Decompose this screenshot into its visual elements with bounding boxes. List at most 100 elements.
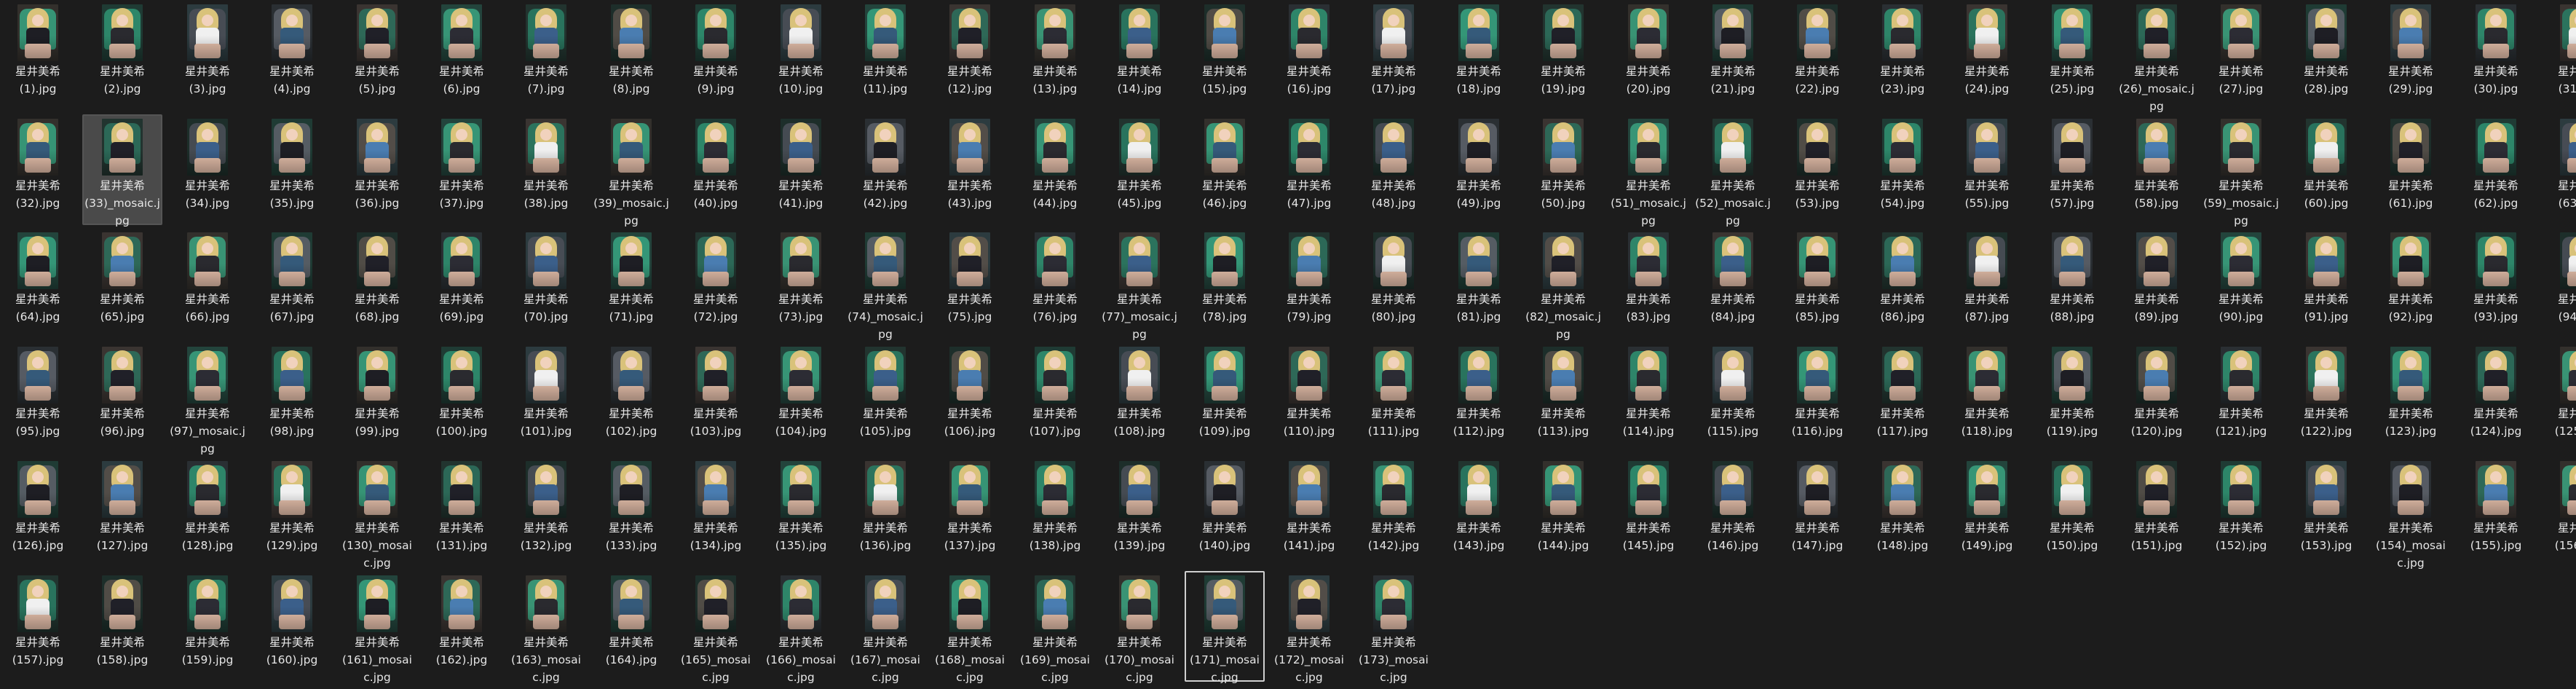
file-item[interactable]: 星井美希 (73).jpg [761, 228, 841, 339]
file-item[interactable]: 星井美希 (12).jpg [930, 0, 1010, 111]
file-item[interactable]: 星井美希 (126).jpg [0, 457, 78, 567]
file-item[interactable]: 星井美希 (72).jpg [676, 228, 756, 339]
file-item[interactable]: 星井美希 (59)_mosaic.jpg [2201, 114, 2281, 227]
file-item[interactable]: 星井美希 (157).jpg [0, 571, 78, 682]
file-item[interactable]: 星井美希 (173)_mosaic.jpg [1354, 571, 1434, 684]
file-item[interactable]: 星井美希 (120).jpg [2117, 342, 2197, 453]
file-item[interactable]: 星井美希 (139).jpg [1099, 457, 1180, 567]
file-item[interactable]: 星井美希 (100).jpg [422, 342, 502, 453]
file-item[interactable]: 星井美希 (117).jpg [1862, 342, 1943, 453]
file-item[interactable]: 星井美希 (138).jpg [1015, 457, 1095, 567]
file-item[interactable]: 星井美希 (5).jpg [337, 0, 417, 111]
file-item[interactable]: 星井美希 (53).jpg [1777, 114, 1857, 225]
file-item[interactable]: 星井美希 (86).jpg [1862, 228, 1943, 339]
file-item[interactable]: 星井美希 (135).jpg [761, 457, 841, 567]
file-item[interactable]: 星井美希 (89).jpg [2117, 228, 2197, 339]
file-item[interactable]: 星井美希 (33)_mosaic.jpg [82, 114, 162, 227]
file-item[interactable]: 星井美希 (10).jpg [761, 0, 841, 111]
file-item[interactable]: 星井美希 (58).jpg [2117, 114, 2197, 225]
file-item[interactable]: 星井美希 (24).jpg [1947, 0, 2027, 111]
file-item[interactable]: 星井美希 (130)_mosaic.jpg [337, 457, 417, 570]
file-item[interactable]: 星井美希 (40).jpg [676, 114, 756, 225]
file-item[interactable]: 星井美希 (155).jpg [2456, 457, 2536, 567]
file-item[interactable]: 星井美希 (159).jpg [167, 571, 248, 682]
file-item[interactable]: 星井美希 (71).jpg [591, 228, 671, 339]
file-item[interactable]: 星井美希 (77)_mosaic.jpg [1099, 228, 1180, 341]
file-item[interactable]: 星井美希 (45).jpg [1099, 114, 1180, 225]
file-item[interactable]: 星井美希 (74)_mosaic.jpg [845, 228, 925, 341]
file-item[interactable]: 星井美希 (61).jpg [2371, 114, 2451, 225]
file-item[interactable]: 星井美希 (101).jpg [506, 342, 586, 453]
file-item[interactable]: 星井美希 (92).jpg [2371, 228, 2451, 339]
file-item[interactable]: 星井美希 (140).jpg [1185, 457, 1265, 567]
file-item[interactable]: 星井美希 (9).jpg [676, 0, 756, 111]
file-item[interactable]: 星井美希 (70).jpg [506, 228, 586, 339]
file-item[interactable]: 星井美希 (76).jpg [1015, 228, 1095, 339]
file-item[interactable]: 星井美希 (91).jpg [2286, 228, 2366, 339]
file-item[interactable]: 星井美希 (145).jpg [1608, 457, 1688, 567]
file-item[interactable]: 星井美希 (54).jpg [1862, 114, 1943, 225]
file-item[interactable]: 星井美希 (95).jpg [0, 342, 78, 453]
file-item[interactable]: 星井美希 (80).jpg [1354, 228, 1434, 339]
file-item[interactable]: 星井美希 (147).jpg [1777, 457, 1857, 567]
file-item[interactable]: 星井美希 (39)_mosaic.jpg [591, 114, 671, 227]
file-item[interactable]: 星井美希 (143).jpg [1439, 457, 1519, 567]
file-item[interactable]: 星井美希 (28).jpg [2286, 0, 2366, 111]
file-item[interactable]: 星井美希 (62).jpg [2456, 114, 2536, 225]
file-item[interactable]: 星井美希 (11).jpg [845, 0, 925, 111]
file-item[interactable]: 星井美希 (112).jpg [1439, 342, 1519, 453]
file-item[interactable]: 星井美希 (96).jpg [82, 342, 162, 453]
file-item[interactable]: 星井美希 (29).jpg [2371, 0, 2451, 111]
file-item[interactable]: 星井美希 (83).jpg [1608, 228, 1688, 339]
file-item[interactable]: 星井美希 (64).jpg [0, 228, 78, 339]
file-item[interactable]: 星井美希 (79).jpg [1269, 228, 1349, 339]
file-item[interactable]: 星井美希 (97)_mosaic.jpg [167, 342, 248, 455]
file-item[interactable]: 星井美希 (14).jpg [1099, 0, 1180, 111]
file-item[interactable]: 星井美希 (25).jpg [2032, 0, 2112, 111]
file-item[interactable]: 星井美希 (152).jpg [2201, 457, 2281, 567]
file-item[interactable]: 星井美希 (123).jpg [2371, 342, 2451, 453]
file-item[interactable]: 星井美希 (49).jpg [1439, 114, 1519, 225]
file-item[interactable]: 星井美希 (44).jpg [1015, 114, 1095, 225]
file-item[interactable]: 星井美希 (17).jpg [1354, 0, 1434, 111]
file-item[interactable]: 星井美希 (1).jpg [0, 0, 78, 111]
file-item[interactable]: 星井美希 (75).jpg [930, 228, 1010, 339]
file-item[interactable]: 星井美希 (170)_mosaic.jpg [1099, 571, 1180, 684]
file-item[interactable]: 星井美希 (68).jpg [337, 228, 417, 339]
file-item[interactable]: 星井美希 (57).jpg [2032, 114, 2112, 225]
file-item[interactable]: 星井美希 (46).jpg [1185, 114, 1265, 225]
file-item[interactable]: 星井美希 (26)_mosaic.jpg [2117, 0, 2197, 113]
file-item[interactable]: 星井美希 (50).jpg [1523, 114, 1603, 225]
file-item[interactable]: 星井美希 (142).jpg [1354, 457, 1434, 567]
file-item[interactable]: 星井美希 (172)_mosaic.jpg [1269, 571, 1349, 684]
file-item[interactable]: 星井美希 (21).jpg [1693, 0, 1773, 111]
file-item[interactable]: 星井美希 (32).jpg [0, 114, 78, 225]
file-item[interactable]: 星井美希 (63).jpg [2540, 114, 2576, 225]
file-item[interactable]: 星井美希 (31).jpg [2540, 0, 2576, 111]
file-item[interactable]: 星井美希 (65).jpg [82, 228, 162, 339]
file-item[interactable]: 星井美希 (47).jpg [1269, 114, 1349, 225]
file-item[interactable]: 星井美希 (103).jpg [676, 342, 756, 453]
file-item[interactable]: 星井美希 (51)_mosaic.jpg [1608, 114, 1688, 227]
file-item[interactable]: 星井美希 (16).jpg [1269, 0, 1349, 111]
file-item[interactable]: 星井美希 (122).jpg [2286, 342, 2366, 453]
file-item[interactable]: 星井美希 (15).jpg [1185, 0, 1265, 111]
file-item[interactable]: 星井美希 (90).jpg [2201, 228, 2281, 339]
file-item[interactable]: 星井美希 (20).jpg [1608, 0, 1688, 111]
file-item[interactable]: 星井美希 (111).jpg [1354, 342, 1434, 453]
file-item[interactable]: 星井美希 (154)_mosaic.jpg [2371, 457, 2451, 570]
file-item[interactable]: 星井美希 (85).jpg [1777, 228, 1857, 339]
file-item[interactable]: 星井美希 (37).jpg [422, 114, 502, 225]
file-item[interactable]: 星井美希 (4).jpg [252, 0, 332, 111]
file-item[interactable]: 星井美希 (6).jpg [422, 0, 502, 111]
file-item[interactable]: 星井美希 (84).jpg [1693, 228, 1773, 339]
file-item[interactable]: 星井美希 (34).jpg [167, 114, 248, 225]
file-item[interactable]: 星井美希 (158).jpg [82, 571, 162, 682]
file-item[interactable]: 星井美希 (161)_mosaic.jpg [337, 571, 417, 684]
file-item[interactable]: 星井美希 (150).jpg [2032, 457, 2112, 567]
file-item[interactable]: 星井美希 (151).jpg [2117, 457, 2197, 567]
file-item[interactable]: 星井美希 (163)_mosaic.jpg [506, 571, 586, 684]
file-item[interactable]: 星井美希 (104).jpg [761, 342, 841, 453]
file-item[interactable]: 星井美希 (149).jpg [1947, 457, 2027, 567]
file-item[interactable]: 星井美希 (119).jpg [2032, 342, 2112, 453]
